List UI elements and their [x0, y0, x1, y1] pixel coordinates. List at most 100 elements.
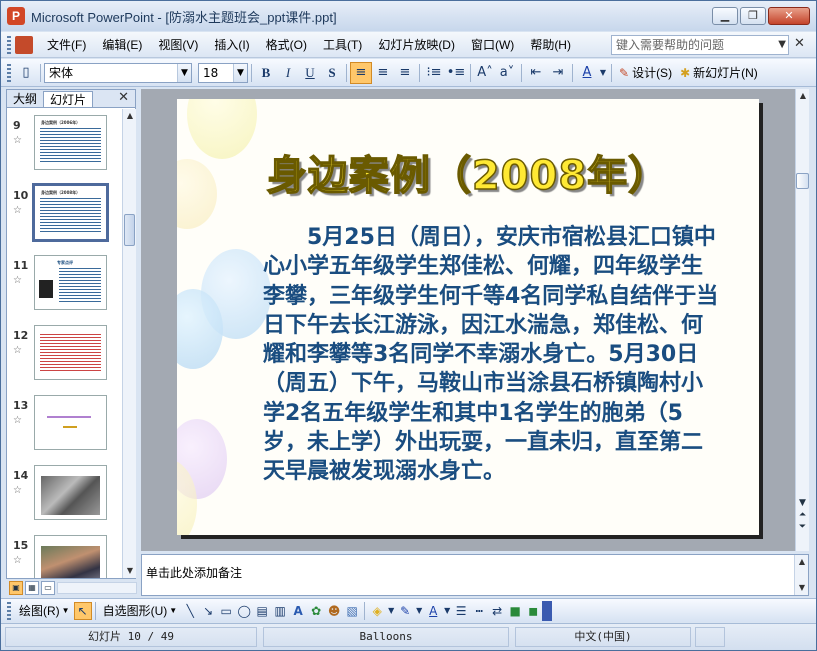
- slide-thumbnail[interactable]: 专家点评: [34, 255, 107, 310]
- help-search-input[interactable]: 键入需要帮助的问题 ▼: [611, 35, 789, 55]
- increase-indent-icon[interactable]: ⇥: [547, 62, 569, 84]
- slide-thumbnail-row-selected[interactable]: 10 ☆ 身边案例（2008年）: [7, 179, 121, 242]
- diagram-icon[interactable]: ✿: [307, 602, 325, 620]
- chevron-down-icon[interactable]: ▼: [598, 62, 608, 84]
- scrollbar-thumb[interactable]: [124, 214, 135, 246]
- arrow-style-icon[interactable]: ⇄: [488, 602, 506, 620]
- slide-title[interactable]: 身边案例（2008年）: [177, 143, 759, 201]
- menu-view[interactable]: 视图(V): [150, 35, 206, 55]
- font-name-combo[interactable]: 宋体 ▼: [44, 62, 192, 83]
- align-right-icon[interactable]: ≡: [394, 62, 416, 84]
- bullet-list-icon[interactable]: •≡: [445, 62, 467, 84]
- line-color-icon[interactable]: ✎: [396, 602, 414, 620]
- scroll-up-icon[interactable]: ▲: [123, 109, 137, 123]
- menu-file[interactable]: 文件(F): [39, 35, 94, 55]
- scroll-down-icon[interactable]: ▼: [796, 497, 809, 509]
- font-color-icon[interactable]: A: [576, 62, 598, 84]
- scroll-down-icon[interactable]: ▼: [795, 581, 809, 595]
- menu-window[interactable]: 窗口(W): [463, 35, 522, 55]
- next-slide-icon[interactable]: ⏷: [796, 521, 809, 533]
- menu-help[interactable]: 帮助(H): [522, 35, 579, 55]
- slide-scrollbar[interactable]: ▲ ▼ ⏶ ⏷: [795, 89, 809, 551]
- font-color-icon[interactable]: A: [424, 602, 442, 620]
- vertical-textbox-icon[interactable]: ▥: [271, 602, 289, 620]
- slide-sorter-icon[interactable]: ▦: [25, 581, 39, 595]
- slideshow-view-icon[interactable]: ▭: [41, 581, 55, 595]
- tab-slides[interactable]: 幻灯片: [43, 91, 94, 107]
- textbox-icon[interactable]: ▤: [253, 602, 271, 620]
- chevron-down-icon[interactable]: ▼: [414, 602, 424, 620]
- previous-slide-icon[interactable]: ⏶: [796, 509, 809, 521]
- chevron-down-icon[interactable]: ▼: [442, 602, 452, 620]
- toolbar-grip-icon[interactable]: [7, 601, 11, 620]
- italic-button[interactable]: I: [277, 62, 299, 84]
- minimize-button[interactable]: ▁: [712, 7, 738, 25]
- slide-thumbnail-row[interactable]: 11 ☆ 专家点评: [7, 249, 121, 311]
- new-document-icon[interactable]: ▯: [15, 62, 37, 84]
- slide-thumbnail[interactable]: [34, 325, 107, 380]
- wordart-icon[interactable]: A: [289, 602, 307, 620]
- close-icon[interactable]: ✕: [118, 90, 129, 105]
- horizontal-scrollbar[interactable]: [57, 582, 137, 594]
- slide-thumbnail[interactable]: [34, 395, 107, 450]
- scroll-down-icon[interactable]: ▼: [123, 564, 137, 578]
- slide-thumbnail-row[interactable]: 13 ☆: [7, 389, 121, 451]
- scroll-up-icon[interactable]: ▲: [796, 89, 810, 103]
- underline-button[interactable]: U: [299, 62, 321, 84]
- shadow-style-icon[interactable]: ■: [506, 602, 524, 620]
- autoshapes-button[interactable]: 自选图形(U) ▼: [99, 601, 182, 621]
- restore-button[interactable]: ❐: [740, 7, 766, 25]
- 3d-style-icon[interactable]: ◼: [524, 602, 542, 620]
- notes-pane[interactable]: 单击此处添加备注 ▲ ▼: [141, 554, 809, 596]
- shadow-button[interactable]: S: [321, 62, 343, 84]
- slide-thumbnail[interactable]: [34, 535, 107, 578]
- slide-thumbnail-row[interactable]: 14 ☆: [7, 459, 121, 521]
- menu-format[interactable]: 格式(O): [258, 35, 315, 55]
- scroll-up-icon[interactable]: ▲: [795, 555, 809, 569]
- slide-thumbnail[interactable]: 身边案例（2006年）: [34, 115, 107, 170]
- font-size-combo[interactable]: 18 ▼: [198, 62, 248, 83]
- align-left-icon[interactable]: ≡: [350, 61, 372, 84]
- numbered-list-icon[interactable]: ⁝≡: [423, 62, 445, 84]
- slide-thumbnail-row[interactable]: 15 ☆: [7, 529, 121, 578]
- close-button[interactable]: ✕: [768, 7, 810, 25]
- new-slide-button[interactable]: ✱ 新幻灯片(N): [676, 62, 762, 84]
- chevron-down-icon[interactable]: ▼: [778, 36, 786, 54]
- slide-thumbnail-row[interactable]: 9 ☆ 身边案例（2006年）: [7, 109, 121, 171]
- menu-edit[interactable]: 编辑(E): [94, 35, 150, 55]
- slide-thumbnail-row[interactable]: 12 ☆: [7, 319, 121, 381]
- document-close-icon[interactable]: ✕: [794, 36, 805, 51]
- menu-slideshow[interactable]: 幻灯片放映(D): [370, 35, 463, 55]
- rectangle-icon[interactable]: ▭: [217, 602, 235, 620]
- menu-tools[interactable]: 工具(T): [315, 35, 370, 55]
- slides-pane-scrollbar[interactable]: ▲ ▼: [122, 109, 136, 578]
- normal-view-icon[interactable]: ▣: [9, 581, 23, 595]
- design-button[interactable]: ✎ 设计(S): [615, 62, 676, 84]
- select-pointer-icon[interactable]: ↖: [73, 601, 92, 620]
- chevron-down-icon[interactable]: ▼: [177, 63, 191, 82]
- draw-menu-button[interactable]: 绘图(R) ▼: [15, 601, 74, 621]
- notes-placeholder[interactable]: 单击此处添加备注: [146, 564, 242, 581]
- increase-font-icon[interactable]: A˄: [474, 62, 496, 84]
- chevron-down-icon[interactable]: ▼: [233, 63, 247, 82]
- toolbar-options-icon[interactable]: [542, 600, 553, 621]
- notes-scrollbar[interactable]: ▲ ▼: [794, 555, 808, 595]
- toolbar-grip-icon[interactable]: [7, 35, 11, 54]
- fill-color-icon[interactable]: ◈: [368, 602, 386, 620]
- document-icon[interactable]: [15, 35, 33, 54]
- decrease-font-icon[interactable]: a˅: [496, 62, 518, 84]
- toolbar-grip-icon[interactable]: [7, 63, 11, 82]
- oval-icon[interactable]: ◯: [235, 602, 253, 620]
- bold-button[interactable]: B: [255, 62, 277, 84]
- line-style-icon[interactable]: ☰: [452, 602, 470, 620]
- slide-thumbnail[interactable]: 身边案例（2008年）: [32, 183, 109, 242]
- scrollbar-thumb[interactable]: [796, 173, 809, 189]
- dash-style-icon[interactable]: ┅: [470, 602, 488, 620]
- clipart-icon[interactable]: ☻: [325, 602, 343, 620]
- align-center-icon[interactable]: ≡: [372, 62, 394, 84]
- slide-thumbnail[interactable]: [34, 465, 107, 520]
- arrow-icon[interactable]: ↘: [199, 602, 217, 620]
- chevron-down-icon[interactable]: ▼: [386, 602, 396, 620]
- picture-icon[interactable]: ▧: [343, 602, 361, 620]
- slide-body-text[interactable]: 5月25日（周日），安庆市宿松县汇口镇中心小学五年级学生郑佳松、何耀，四年级学生…: [263, 223, 723, 487]
